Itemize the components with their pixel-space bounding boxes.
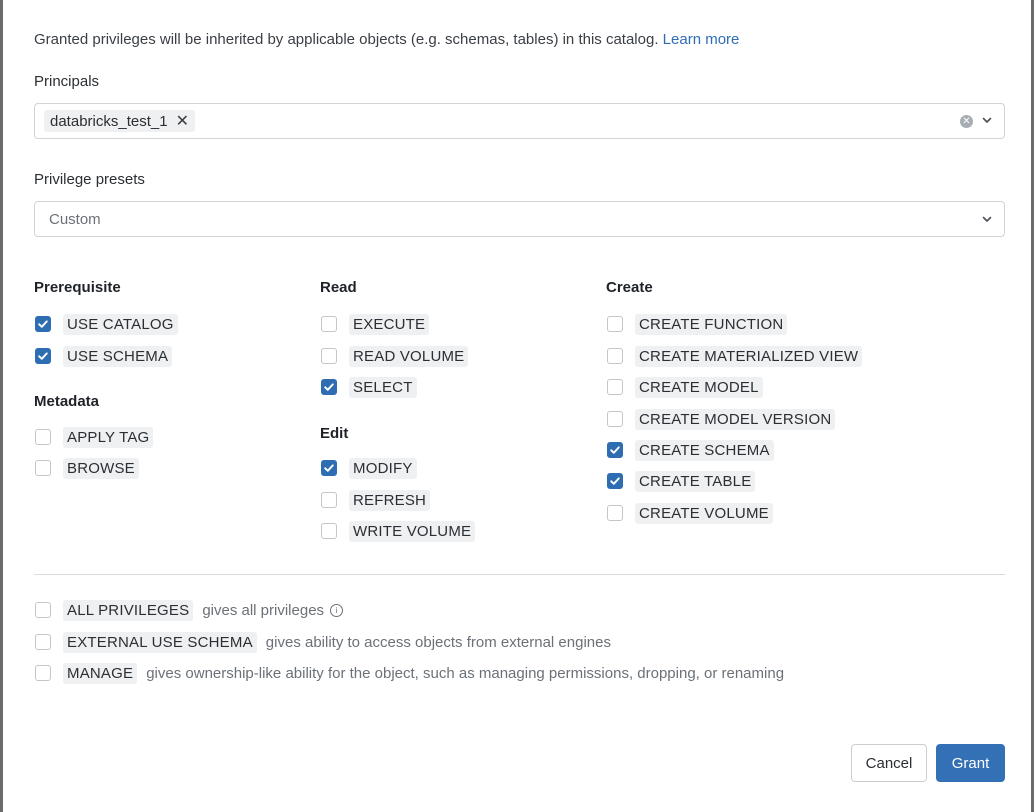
privilege-label: CREATE MODEL VERSION xyxy=(635,408,836,430)
checkbox[interactable] xyxy=(321,523,337,539)
checkbox[interactable] xyxy=(607,411,623,427)
group-title-prerequisite: Prerequisite xyxy=(34,279,121,296)
group-title-create: Create xyxy=(606,279,653,296)
privilege-label: CREATE MODEL xyxy=(635,376,763,398)
privilege-label: USE CATALOG xyxy=(63,313,178,335)
privilege-label: CREATE VOLUME xyxy=(635,502,773,524)
checkbox[interactable] xyxy=(35,634,51,650)
preset-value: Custom xyxy=(49,211,101,228)
privilege-description: gives ownership-like ability for the obj… xyxy=(146,664,785,682)
chevron-down-icon[interactable] xyxy=(980,113,994,127)
privilege-label: CREATE FUNCTION xyxy=(635,313,788,335)
privilege-create-model[interactable]: CREATE MODEL xyxy=(607,375,763,399)
checkbox-checked[interactable] xyxy=(321,379,337,395)
check-icon xyxy=(324,464,334,472)
info-icon[interactable]: i xyxy=(330,603,344,617)
privilege-read-volume[interactable]: READ VOLUME xyxy=(321,344,469,368)
check-icon xyxy=(38,352,48,360)
privilege-label: WRITE VOLUME xyxy=(349,520,476,542)
checkbox[interactable] xyxy=(35,460,51,476)
learn-more-link[interactable]: Learn more xyxy=(663,31,740,48)
privilege-label: BROWSE xyxy=(63,457,139,479)
group-title-metadata: Metadata xyxy=(34,393,100,410)
checkbox-checked[interactable] xyxy=(607,473,623,489)
privilege-label: SELECT xyxy=(349,376,417,398)
privilege-label: EXECUTE xyxy=(349,313,430,335)
grant-button[interactable]: Grant xyxy=(936,744,1005,782)
privilege-use-catalog[interactable]: USE CATALOG xyxy=(35,312,178,336)
privilege-execute[interactable]: EXECUTE xyxy=(321,312,430,336)
intro-description: Granted privileges will be inherited by … xyxy=(34,31,659,48)
check-icon xyxy=(324,383,334,391)
privilege-browse[interactable]: BROWSE xyxy=(35,456,139,480)
checkbox[interactable] xyxy=(607,505,623,521)
remove-chip-icon[interactable]: ✕ xyxy=(176,111,189,131)
checkbox-checked[interactable] xyxy=(321,460,337,476)
grant-privileges-dialog: Granted privileges will be inherited by … xyxy=(0,0,1034,812)
checkbox-checked[interactable] xyxy=(35,316,51,332)
privilege-use-schema[interactable]: USE SCHEMA xyxy=(35,344,173,368)
privilege-label: MANAGE xyxy=(63,662,138,684)
principal-chip: databricks_test_1 ✕ xyxy=(44,110,195,132)
checkbox[interactable] xyxy=(321,316,337,332)
privilege-manage[interactable]: MANAGE gives ownership-like ability for t… xyxy=(35,661,784,685)
checkbox[interactable] xyxy=(321,492,337,508)
privilege-all-privileges[interactable]: ALL PRIVILEGES gives all privileges i xyxy=(35,598,344,622)
privilege-select[interactable]: SELECT xyxy=(321,375,417,399)
clear-icon[interactable]: ✕ xyxy=(960,115,973,128)
privilege-label: ALL PRIVILEGES xyxy=(63,599,194,621)
privilege-label: CREATE MATERIALIZED VIEW xyxy=(635,345,863,367)
privilege-label: EXTERNAL USE SCHEMA xyxy=(63,631,257,653)
privilege-description: gives all privileges xyxy=(202,601,325,619)
privilege-presets-label: Privilege presets xyxy=(34,171,145,188)
privilege-create-model-version[interactable]: CREATE MODEL VERSION xyxy=(607,407,836,431)
checkbox[interactable] xyxy=(607,379,623,395)
privilege-description: gives ability to access objects from ext… xyxy=(265,633,611,651)
group-title-read: Read xyxy=(320,279,357,296)
checkbox[interactable] xyxy=(35,665,51,681)
privilege-create-table[interactable]: CREATE TABLE xyxy=(607,469,756,493)
checkbox[interactable] xyxy=(321,348,337,364)
privilege-label: CREATE TABLE xyxy=(635,470,756,492)
privilege-apply-tag[interactable]: APPLY TAG xyxy=(35,425,154,449)
check-icon xyxy=(610,446,620,454)
check-icon xyxy=(38,320,48,328)
privilege-create-schema[interactable]: CREATE SCHEMA xyxy=(607,438,774,462)
privilege-create-volume[interactable]: CREATE VOLUME xyxy=(607,501,773,525)
principals-select[interactable]: databricks_test_1 ✕ ✕ xyxy=(34,103,1005,139)
privilege-create-materialized-view[interactable]: CREATE MATERIALIZED VIEW xyxy=(607,344,863,368)
privilege-label: READ VOLUME xyxy=(349,345,469,367)
check-icon xyxy=(610,477,620,485)
principal-chip-label: databricks_test_1 xyxy=(50,112,168,130)
principals-label: Principals xyxy=(34,73,100,90)
checkbox[interactable] xyxy=(35,602,51,618)
privilege-label: APPLY TAG xyxy=(63,426,154,448)
privilege-presets-select[interactable]: Custom xyxy=(34,201,1005,237)
privilege-external-use-schema[interactable]: EXTERNAL USE SCHEMA gives ability to acce… xyxy=(35,630,611,654)
privilege-label: MODIFY xyxy=(349,457,417,479)
privilege-label: REFRESH xyxy=(349,489,431,511)
privilege-modify[interactable]: MODIFY xyxy=(321,456,417,480)
chevron-down-icon[interactable] xyxy=(980,212,994,226)
divider xyxy=(34,574,1005,575)
privilege-write-volume[interactable]: WRITE VOLUME xyxy=(321,519,476,543)
checkbox-checked[interactable] xyxy=(35,348,51,364)
checkbox[interactable] xyxy=(607,316,623,332)
privilege-label: CREATE SCHEMA xyxy=(635,439,774,461)
checkbox-checked[interactable] xyxy=(607,442,623,458)
privilege-refresh[interactable]: REFRESH xyxy=(321,488,431,512)
cancel-button[interactable]: Cancel xyxy=(851,744,927,782)
intro-text: Granted privileges will be inherited by … xyxy=(34,31,739,48)
group-title-edit: Edit xyxy=(320,425,349,442)
checkbox[interactable] xyxy=(35,429,51,445)
privilege-label: USE SCHEMA xyxy=(63,345,173,367)
privilege-create-function[interactable]: CREATE FUNCTION xyxy=(607,312,788,336)
checkbox[interactable] xyxy=(607,348,623,364)
